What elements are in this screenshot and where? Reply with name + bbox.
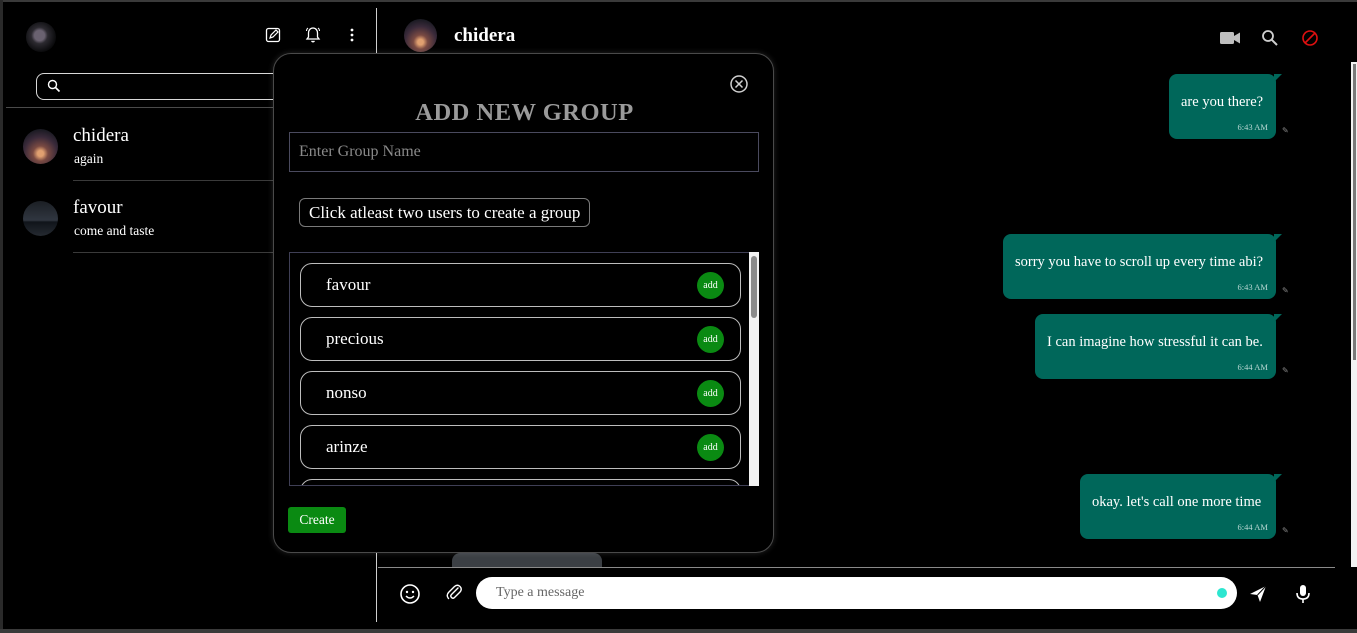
user-row-favour[interactable]: favour add [300, 263, 741, 307]
user-row-arinze[interactable]: arinze add [300, 425, 741, 469]
video-call-icon[interactable] [1219, 27, 1241, 49]
my-avatar[interactable] [26, 22, 56, 52]
sent-status-icon: ✎ [1282, 526, 1289, 535]
avatar [23, 201, 58, 236]
message-bubble[interactable]: sorry you have to scroll up every time a… [1003, 234, 1282, 299]
user-name: arinze [326, 437, 368, 456]
new-chat-icon[interactable] [262, 24, 284, 46]
message-text: I can imagine how stressful it can be. [1047, 334, 1263, 350]
message-input-container[interactable] [476, 577, 1237, 609]
user-name: precious [326, 329, 384, 348]
user-row-partial[interactable] [300, 479, 741, 485]
user-list-scrollbar-thumb[interactable] [751, 256, 757, 318]
chat-preview: again [74, 151, 104, 166]
message-time: 6:44 AM [1237, 522, 1268, 532]
chat-name: chidera [73, 125, 129, 146]
partial-message-bubble [452, 553, 602, 567]
search-input[interactable] [69, 77, 299, 97]
composer-divider [378, 567, 1335, 568]
add-user-button[interactable]: add [697, 434, 724, 461]
message-bubble[interactable]: are you there? 6:43 AM [1169, 74, 1282, 139]
message-text: are you there? [1181, 94, 1264, 110]
chat-name: favour [73, 197, 123, 218]
message-bubble[interactable]: okay. let's call one more time 6:44 AM [1080, 474, 1282, 539]
add-group-modal: ADD NEW GROUP Click atleast two users to… [273, 53, 774, 553]
block-user-icon[interactable] [1299, 27, 1321, 49]
sent-status-icon: ✎ [1282, 366, 1289, 375]
message-input[interactable] [496, 583, 1196, 603]
user-name: favour [326, 275, 371, 294]
message-bubble[interactable]: I can imagine how stressful it can be. 6… [1035, 314, 1282, 379]
message-time: 6:43 AM [1237, 122, 1268, 132]
user-row-precious[interactable]: precious add [300, 317, 741, 361]
window-bottom-border [0, 629, 1357, 633]
microphone-icon[interactable] [1291, 582, 1315, 606]
add-user-button[interactable]: add [697, 380, 724, 407]
modal-title: ADD NEW GROUP [415, 99, 634, 126]
close-icon[interactable] [729, 74, 749, 94]
avatar [23, 129, 58, 164]
sent-status-icon: ✎ [1282, 126, 1289, 135]
message-text: sorry you have to scroll up every time a… [1015, 254, 1264, 270]
user-row-nonso[interactable]: nonso add [300, 371, 741, 415]
message-time: 6:44 AM [1237, 362, 1268, 372]
attach-icon[interactable] [442, 580, 466, 604]
search-icon [47, 79, 63, 95]
user-select-list: favour add precious add nonso add arinze… [289, 252, 759, 486]
typing-indicator [1217, 588, 1227, 598]
group-name-field[interactable] [289, 132, 759, 172]
contact-name[interactable]: chidera [454, 25, 515, 47]
emoji-icon[interactable] [398, 582, 422, 606]
add-user-button[interactable]: add [697, 326, 724, 353]
sent-status-icon: ✎ [1282, 286, 1289, 295]
more-options-icon[interactable] [341, 24, 363, 46]
create-group-button[interactable]: Create [288, 507, 346, 533]
messages-scrollbar-thumb[interactable] [1353, 64, 1356, 360]
message-time: 6:43 AM [1237, 282, 1268, 292]
message-text: okay. let's call one more time [1092, 494, 1262, 510]
contact-avatar[interactable] [404, 19, 437, 52]
user-name: nonso [326, 383, 367, 402]
chat-preview: come and taste [74, 223, 155, 238]
group-name-input[interactable] [299, 142, 749, 162]
notifications-icon[interactable] [302, 24, 324, 46]
add-user-button[interactable]: add [697, 272, 724, 299]
send-icon[interactable] [1246, 582, 1270, 606]
search-messages-icon[interactable] [1259, 27, 1281, 49]
group-hint: Click atleast two users to create a grou… [299, 198, 591, 227]
